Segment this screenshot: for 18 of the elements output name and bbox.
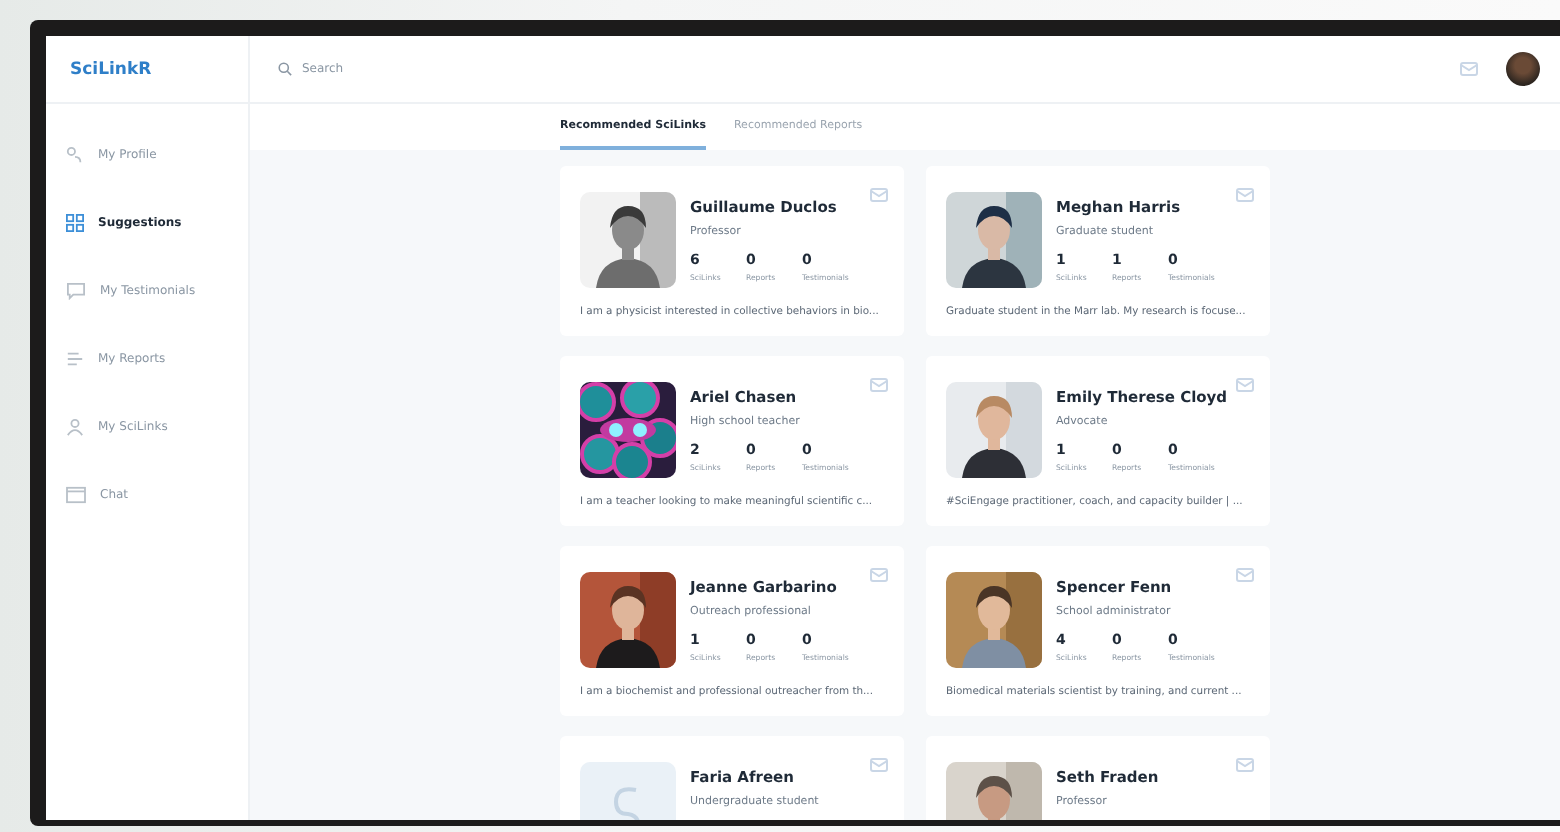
user-avatar[interactable] — [1506, 52, 1540, 86]
search-icon — [278, 62, 292, 76]
mail-icon[interactable] — [870, 188, 888, 202]
user-link-icon — [66, 145, 84, 163]
grid-icon — [66, 213, 84, 231]
speech-bubble-icon — [66, 281, 86, 299]
mail-icon[interactable] — [870, 378, 888, 392]
app-logo[interactable]: SciLinkR — [70, 59, 152, 79]
messages-icon[interactable] — [1460, 62, 1478, 76]
mail-icon[interactable] — [870, 758, 888, 772]
mail-icon[interactable] — [870, 568, 888, 582]
person-icon — [66, 417, 84, 435]
mail-icon[interactable] — [1236, 378, 1254, 392]
chat-window-icon — [66, 485, 86, 503]
mail-icon[interactable] — [1236, 758, 1254, 772]
mail-icon[interactable] — [1236, 568, 1254, 582]
list-icon — [66, 349, 84, 367]
mail-icon[interactable] — [1236, 188, 1254, 202]
